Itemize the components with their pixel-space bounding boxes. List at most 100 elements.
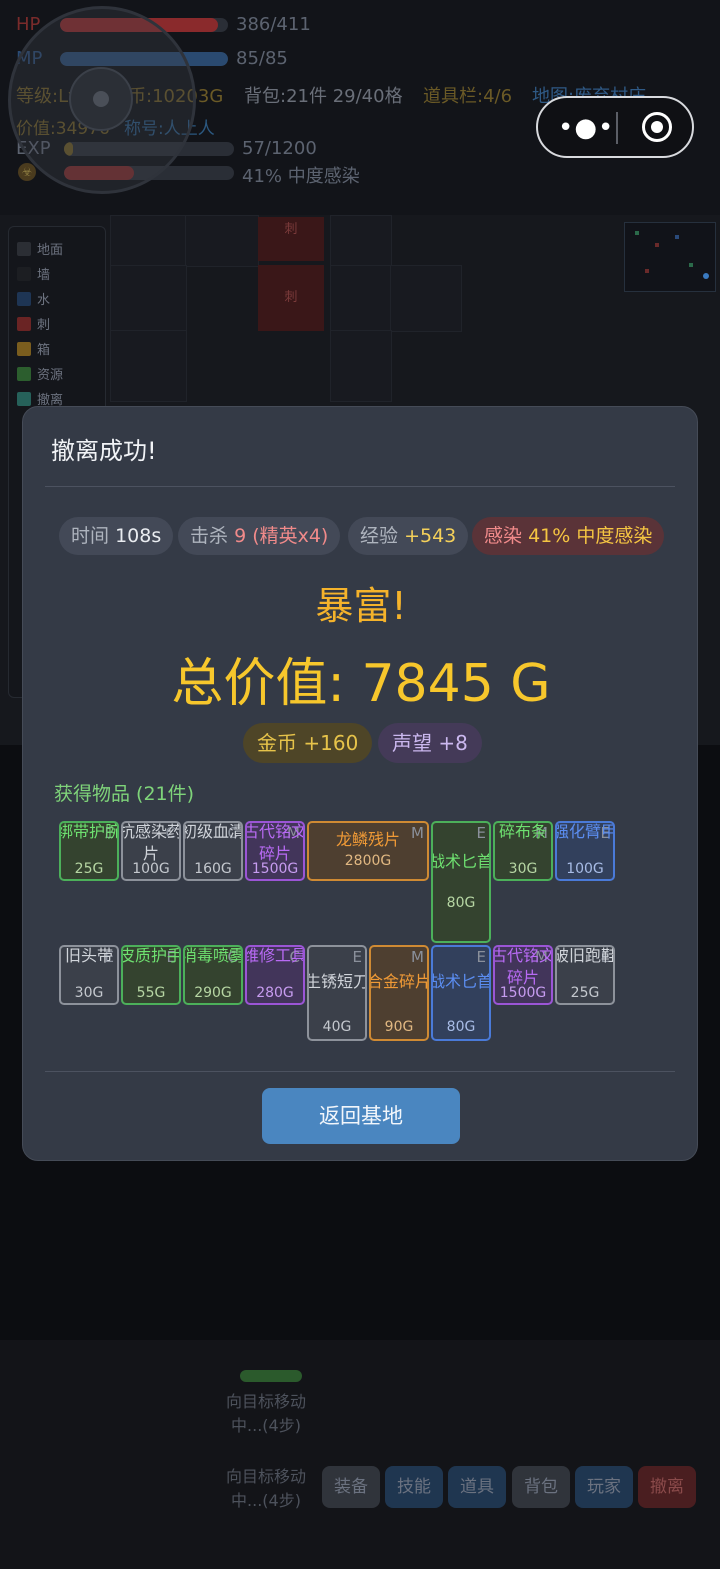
item-name: 消毒喷雾 (183, 946, 243, 965)
item-name: 抗感染药片 (121, 822, 181, 863)
item-name: 破旧跑鞋 (555, 946, 615, 965)
map-tile (330, 265, 392, 332)
item-name: 强化臂甲 (555, 822, 615, 841)
legend-item: 墙 (17, 264, 50, 283)
item-name: 旧头带 (64, 946, 113, 965)
status-message: 向目标移动中...(4步) (226, 1392, 307, 1435)
bottom-panel (0, 1340, 720, 1569)
item-price: 100G (132, 861, 170, 877)
infection-value: 41% 中度感染 (242, 166, 360, 187)
biohazard-icon: ☣ (18, 163, 36, 181)
joystick-center-icon (93, 91, 109, 107)
map-tile (330, 330, 392, 402)
item-price: 1500G (251, 861, 299, 877)
item-card[interactable]: C 抗感染药片 100G (121, 821, 181, 881)
close-target-icon[interactable] (642, 112, 672, 142)
item-name: 初级血清 (183, 822, 243, 841)
item-name: 合金碎片 (369, 972, 429, 991)
map-tile (390, 265, 462, 332)
joystick-knob[interactable] (69, 67, 133, 131)
item-card[interactable]: E 战术匕首 80G (431, 821, 491, 943)
item-card[interactable]: E 皮质护手 55G (121, 945, 181, 1005)
more-dots-icon[interactable]: •●• (558, 114, 613, 142)
map-tile (330, 215, 392, 267)
item-price: 90G (384, 1019, 414, 1035)
bag-text: 背包:21件 29/40格 (244, 86, 403, 107)
status-message: 向目标移动中...(4步) (226, 1467, 307, 1510)
item-name: 碎布条 (498, 822, 547, 841)
item-name: 战术匕首 (431, 852, 491, 871)
item-card[interactable]: M 合金碎片 90G (369, 945, 429, 1041)
item-card[interactable]: E 旧头带 30G (59, 945, 119, 1005)
item-name: 生锈短刀 (307, 972, 367, 991)
item-price: 290G (194, 985, 232, 1001)
minimap[interactable] (624, 222, 716, 292)
item-card[interactable]: M 古代铭文碎片 1500G (245, 821, 305, 881)
item-price: 160G (194, 861, 232, 877)
items-grid: E 绑带护腕 25G C 抗感染药片 100G C 初级血清 160G M 古代铭文碎片 1500G M… (23, 407, 699, 1047)
evacuation-result-dialog: 撤离成功! 时间 108s 击杀 9 (精英x4) 经验 +543 感染 41%… (22, 406, 698, 1161)
item-price: 25G (570, 985, 600, 1001)
item-rank-badge: E (476, 824, 486, 842)
item-price: 80G (446, 895, 476, 911)
toolbar-text: 道具栏:4/6 (423, 86, 513, 107)
progress-pill (240, 1370, 302, 1382)
map-tile (110, 330, 187, 402)
minimap-marker (689, 263, 693, 267)
map-tile (110, 265, 187, 332)
minimap-marker (655, 243, 659, 247)
item-card[interactable]: C 维修工具 280G (245, 945, 305, 1005)
minimap-marker (645, 269, 649, 273)
item-name: 绑带护腕 (59, 822, 119, 841)
item-card[interactable]: E 生锈短刀 40G (307, 945, 367, 1041)
item-price: 30G (508, 861, 538, 877)
map-spike-tile: 刺 (258, 217, 324, 261)
item-price: 40G (322, 1019, 352, 1035)
equipment-button[interactable]: 装备 (322, 1466, 380, 1508)
capsule-separator (616, 112, 618, 144)
minimap-marker (635, 231, 639, 235)
item-price: 1500G (499, 985, 547, 1001)
map-tile (110, 215, 187, 267)
mp-value: 85/85 (236, 48, 288, 69)
item-card[interactable]: E 破旧跑鞋 25G (555, 945, 615, 1005)
item-price: 280G (256, 985, 294, 1001)
item-card[interactable]: C 初级血清 160G (183, 821, 243, 881)
skills-button[interactable]: 技能 (385, 1466, 443, 1508)
hp-value: 386/411 (236, 14, 311, 35)
legend-item: 刺 (17, 314, 50, 333)
item-name: 维修工具 (245, 946, 305, 965)
item-card[interactable]: E 强化臂甲 100G (555, 821, 615, 881)
item-card[interactable]: M 龙鳞残片 2800G (307, 821, 429, 881)
legend-item: 资源 (17, 364, 63, 383)
item-price: 100G (566, 861, 604, 877)
minimap-player (703, 273, 709, 279)
item-card[interactable]: E 绑带护腕 25G (59, 821, 119, 881)
map-tile (185, 215, 259, 267)
item-name: 战术匕首 (431, 972, 491, 991)
item-card[interactable]: C 消毒喷雾 290G (183, 945, 243, 1005)
item-price: 25G (74, 861, 104, 877)
legend-item: 地面 (17, 239, 63, 258)
players-button[interactable]: 玩家 (575, 1466, 633, 1508)
item-name: 皮质护手 (121, 946, 181, 965)
minimap-marker (675, 235, 679, 239)
item-rank-badge: E (476, 948, 486, 966)
bag-button[interactable]: 背包 (512, 1466, 570, 1508)
evacuate-button[interactable]: 撤离 (638, 1466, 696, 1508)
map-spike-tile: 刺 (258, 265, 324, 331)
item-card[interactable]: M 古代铭文碎片 1500G (493, 945, 553, 1005)
item-rank-badge: E (352, 948, 362, 966)
joystick[interactable] (8, 6, 196, 194)
item-name: 古代铭文碎片 (245, 822, 305, 863)
item-rank-badge: M (411, 948, 424, 966)
return-base-button[interactable]: 返回基地 (262, 1088, 460, 1144)
items-button[interactable]: 道具 (448, 1466, 506, 1508)
item-name: 古代铭文碎片 (493, 946, 553, 987)
divider (45, 1071, 675, 1072)
item-card[interactable]: M 碎布条 30G (493, 821, 553, 881)
item-price: 2800G (344, 853, 392, 869)
item-card[interactable]: E 战术匕首 80G (431, 945, 491, 1041)
exp-value: 57/1200 (242, 138, 317, 159)
legend-item: 箱 (17, 339, 50, 358)
